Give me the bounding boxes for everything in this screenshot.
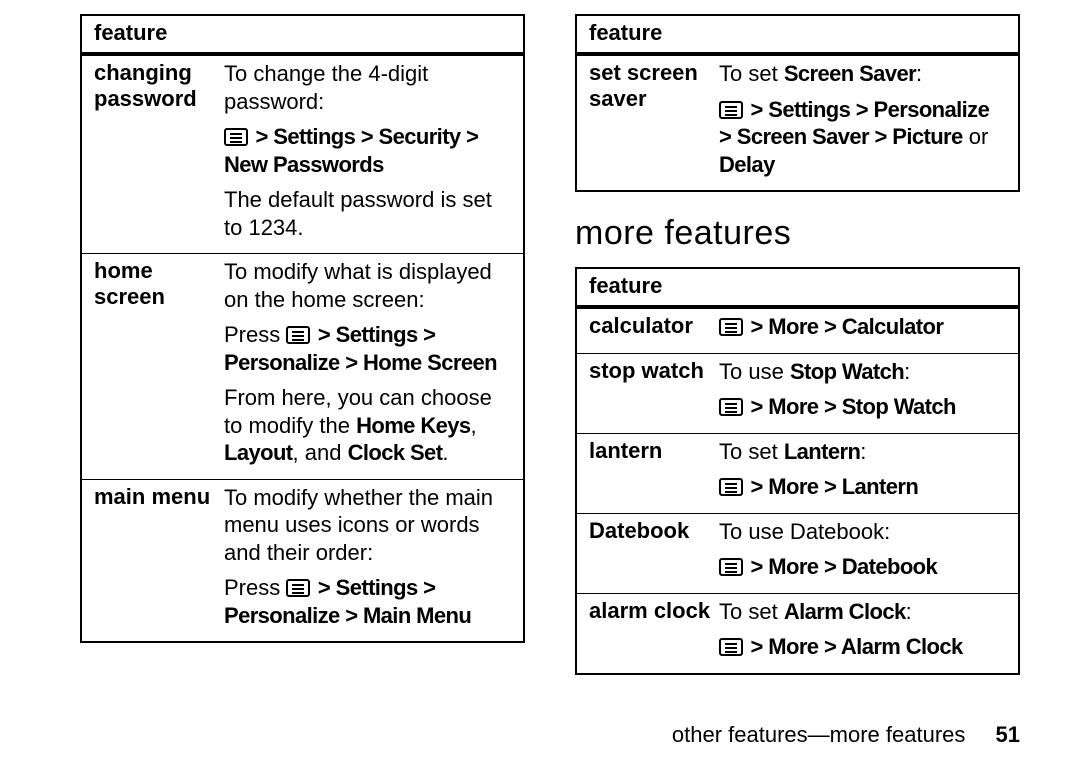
text-frag: : <box>916 61 922 86</box>
path-text: > Settings > Security > New Passwords <box>224 124 478 177</box>
text-frag: To set <box>719 439 784 464</box>
body-text: To set Screen Saver: <box>719 60 1006 88</box>
footer-text: other features—more features <box>672 722 965 747</box>
row-body: > More > Calculator <box>719 313 1006 341</box>
table-row: lantern To set Lantern: > More > Lantern <box>577 434 1018 514</box>
row-title: alarm clock <box>589 598 719 661</box>
table-header: feature <box>577 269 1018 309</box>
text-frag: : <box>906 599 912 624</box>
row-body: To use Datebook: > More > Datebook <box>719 518 1006 581</box>
row-title: set screen saver <box>589 60 719 178</box>
bold-term: Layout <box>224 440 293 465</box>
body-text: To modify what is displayed on the home … <box>224 258 511 313</box>
menu-path: Press > Settings > Personalize > Main Me… <box>224 574 511 629</box>
path-text: > More > Datebook <box>745 554 937 579</box>
press-word: Press <box>224 322 286 347</box>
columns: feature changing password To change the … <box>80 14 1020 685</box>
manual-page: feature changing password To change the … <box>0 0 1080 766</box>
table-row: set screen saver To set Screen Saver: > … <box>577 56 1018 190</box>
path-text: > More > Stop Watch <box>745 394 956 419</box>
table-row: alarm clock To set Alarm Clock: > More >… <box>577 594 1018 673</box>
page-number: 51 <box>996 722 1020 747</box>
body-text: To set Alarm Clock: <box>719 598 1006 626</box>
menu-path: > More > Datebook <box>719 553 1006 581</box>
row-title: changing password <box>94 60 224 241</box>
menu-path: > Settings > Security > New Passwords <box>224 123 511 178</box>
table-row: calculator > More > Calculator <box>577 309 1018 354</box>
text-frag: : <box>904 359 910 384</box>
table-row: home screen To modify what is displayed … <box>82 254 523 480</box>
page-footer: other features—more features 51 <box>672 722 1020 748</box>
body-text: To modify whether the main menu uses ico… <box>224 484 511 567</box>
right-top-table: feature set screen saver To set Screen S… <box>575 14 1020 192</box>
row-title: Datebook <box>589 518 719 581</box>
menu-path: > More > Lantern <box>719 473 1006 501</box>
text-frag: : <box>860 439 866 464</box>
path-text: > Settings > Personalize > Screen Saver … <box>719 97 989 150</box>
right-column: feature set screen saver To set Screen S… <box>575 14 1020 685</box>
row-title: lantern <box>589 438 719 501</box>
menu-icon <box>719 478 743 496</box>
row-body: To set Lantern: > More > Lantern <box>719 438 1006 501</box>
table-row: changing password To change the 4-digit … <box>82 56 523 254</box>
menu-icon <box>719 318 743 336</box>
body-text: To use Stop Watch: <box>719 358 1006 386</box>
text-frag: To set <box>719 61 784 86</box>
bold-term: Stop Watch <box>790 359 904 384</box>
table-row: stop watch To use Stop Watch: > More > S… <box>577 354 1018 434</box>
row-title: home screen <box>94 258 224 467</box>
row-title: main menu <box>94 484 224 630</box>
menu-path: > More > Alarm Clock <box>719 633 1006 661</box>
menu-icon <box>719 558 743 576</box>
bold-term: Lantern <box>784 439 860 464</box>
menu-icon <box>719 638 743 656</box>
text-frag: or <box>963 124 989 149</box>
row-body: To modify what is displayed on the home … <box>224 258 511 467</box>
text-frag: , and <box>293 440 348 465</box>
right-bottom-table: feature calculator > More > Calculator s… <box>575 267 1020 675</box>
bold-term: Home Keys <box>356 413 470 438</box>
body-text: From here, you can choose to modify the … <box>224 384 511 467</box>
row-title: calculator <box>589 313 719 341</box>
table-row: main menu To modify whether the main men… <box>82 480 523 642</box>
path-text: > More > Calculator <box>745 314 943 339</box>
path-text: > More > Lantern <box>745 474 918 499</box>
text-frag: . <box>442 440 448 465</box>
section-heading: more features <box>575 214 1020 253</box>
row-body: To set Alarm Clock: > More > Alarm Clock <box>719 598 1006 661</box>
row-body: To change the 4-digit password: > Settin… <box>224 60 511 241</box>
menu-icon <box>286 579 310 597</box>
menu-icon <box>286 326 310 344</box>
bold-term: Screen Saver <box>784 61 916 86</box>
left-column: feature changing password To change the … <box>80 14 525 685</box>
bold-term: Clock Set <box>348 440 443 465</box>
menu-path: > Settings > Personalize > Screen Saver … <box>719 96 1006 179</box>
left-table: feature changing password To change the … <box>80 14 525 643</box>
menu-icon <box>719 398 743 416</box>
table-header: feature <box>577 16 1018 56</box>
row-body: To set Screen Saver: > Settings > Person… <box>719 60 1006 178</box>
path-text: > More > Alarm Clock <box>745 634 963 659</box>
menu-path: > More > Calculator <box>719 313 1006 341</box>
bold-term: Alarm Clock <box>784 599 906 624</box>
menu-icon <box>719 101 743 119</box>
body-text: The default password is set to 1234. <box>224 186 511 241</box>
bold-term: Delay <box>719 152 775 177</box>
row-body: To modify whether the main menu uses ico… <box>224 484 511 630</box>
body-text: To use Datebook: <box>719 518 1006 546</box>
table-row: Datebook To use Datebook: > More > Dateb… <box>577 514 1018 594</box>
press-word: Press <box>224 575 286 600</box>
menu-icon <box>224 128 248 146</box>
body-text: To set Lantern: <box>719 438 1006 466</box>
text-frag: , <box>471 413 477 438</box>
row-title: stop watch <box>589 358 719 421</box>
body-text: To change the 4-digit password: <box>224 60 511 115</box>
row-body: To use Stop Watch: > More > Stop Watch <box>719 358 1006 421</box>
text-frag: To use <box>719 359 790 384</box>
table-header: feature <box>82 16 523 56</box>
menu-path: Press > Settings > Personalize > Home Sc… <box>224 321 511 376</box>
menu-path: > More > Stop Watch <box>719 393 1006 421</box>
text-frag: To set <box>719 599 784 624</box>
